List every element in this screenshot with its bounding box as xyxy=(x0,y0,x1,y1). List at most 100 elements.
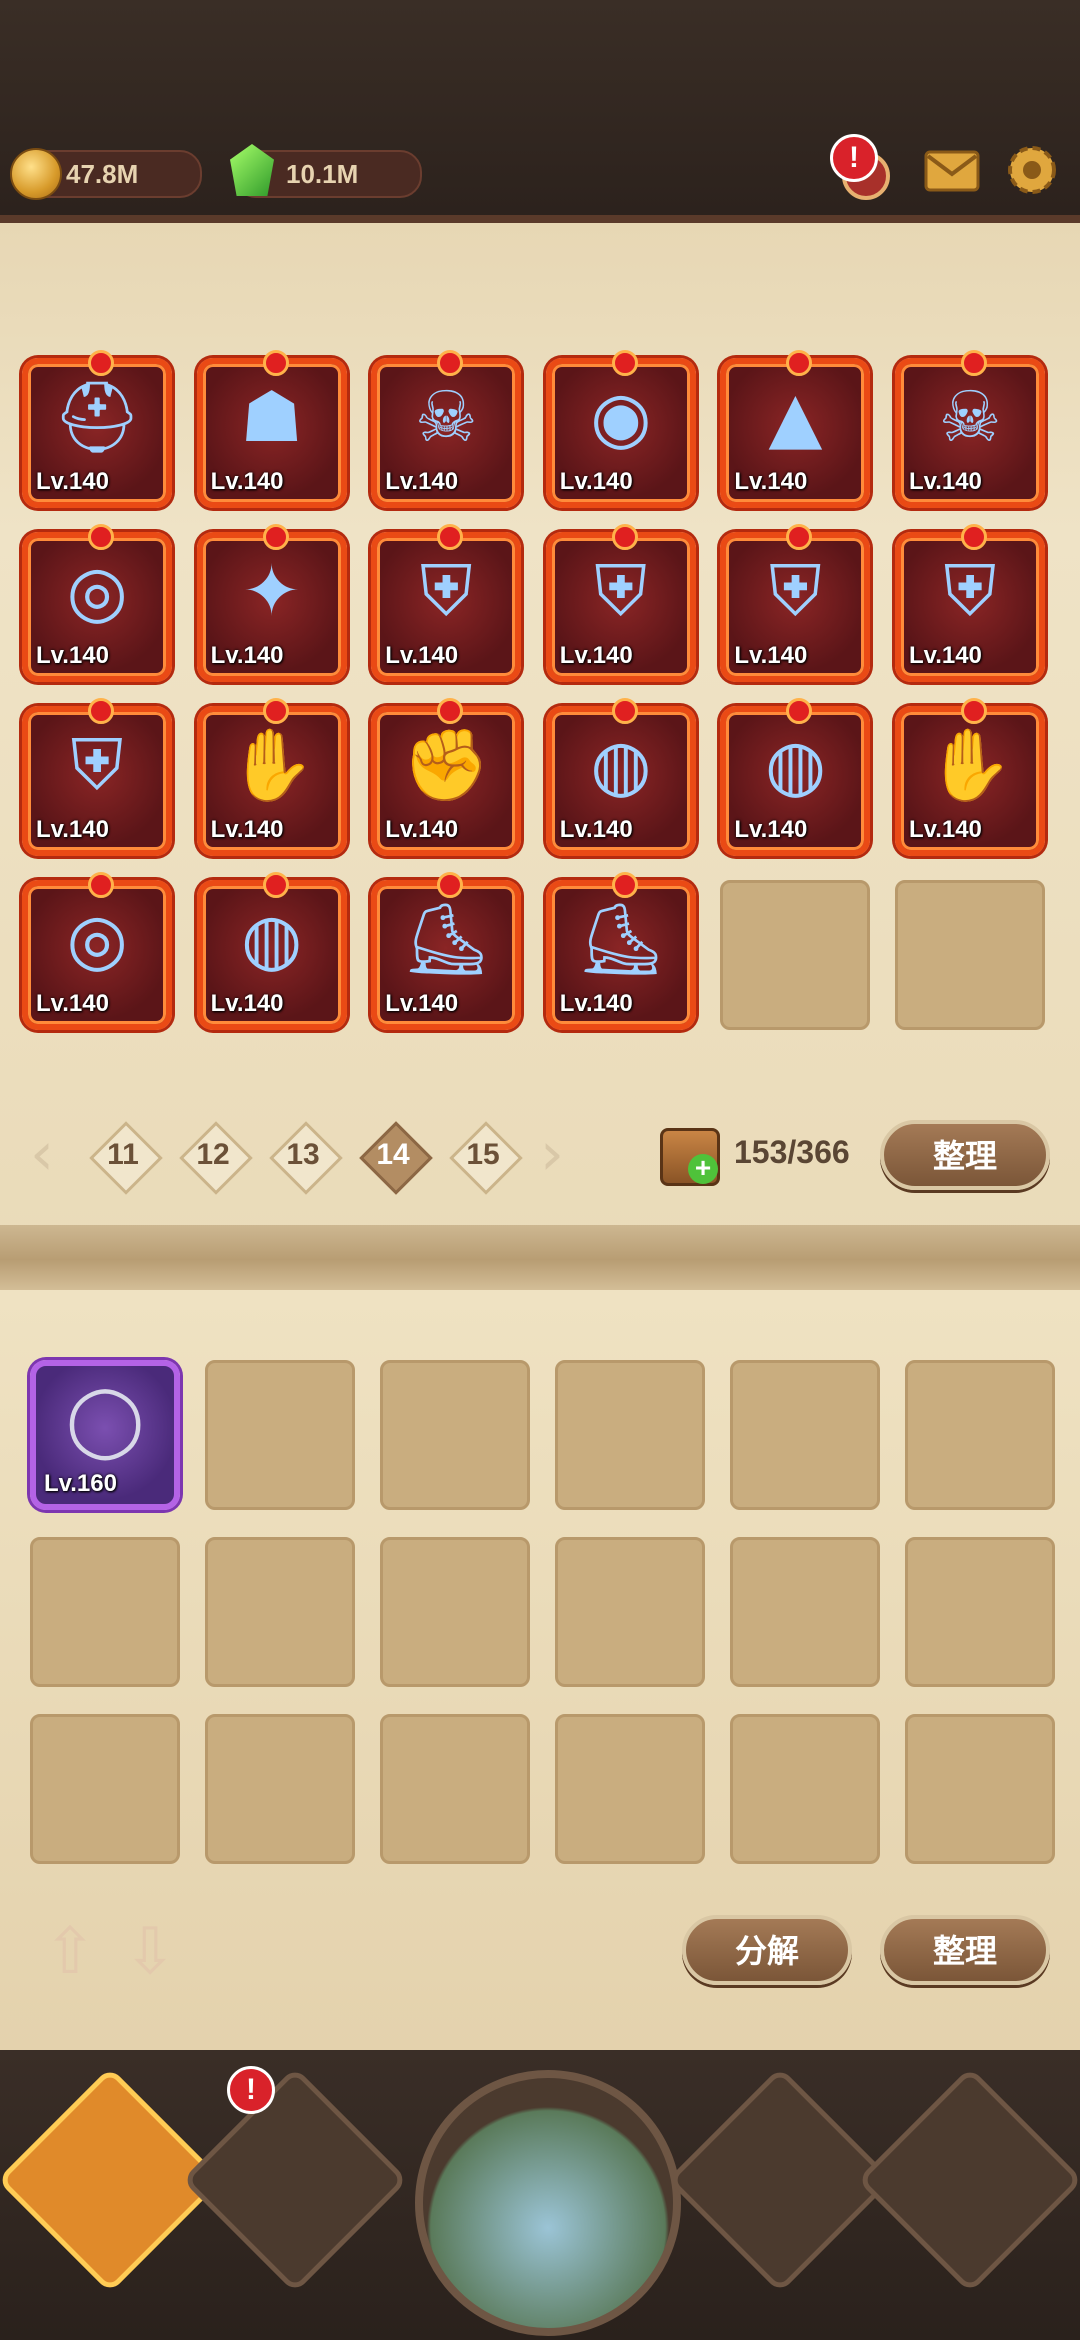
notification-button[interactable]: ! xyxy=(830,134,894,202)
equipment-item[interactable]: ⛨ Lv.140 xyxy=(22,698,172,856)
equipment-item[interactable]: ☗ Lv.140 xyxy=(196,350,347,508)
nav-treasure[interactable] xyxy=(666,2066,894,2300)
winged-helm-icon: ⛑ xyxy=(52,376,142,458)
equipment-item[interactable]: ⛑ Lv.140 xyxy=(22,350,172,508)
mail-icon xyxy=(924,150,980,192)
empty-slot[interactable] xyxy=(905,1537,1055,1687)
item-level: Lv.140 xyxy=(210,642,284,669)
alert-badge: ! xyxy=(830,134,878,182)
mail-button[interactable] xyxy=(920,138,984,202)
equipment-item[interactable]: ⛸ Lv.140 xyxy=(371,872,522,1030)
equipment-item[interactable]: ✋ Lv.140 xyxy=(196,698,347,856)
equipment-item[interactable]: ◍ Lv.140 xyxy=(545,698,696,856)
item-level: Lv.140 xyxy=(210,990,284,1017)
expand-plus-icon[interactable]: + xyxy=(688,1154,718,1184)
equipment-item[interactable]: ☠ Lv.140 xyxy=(894,350,1045,508)
gold-counter[interactable]: 47.8M xyxy=(10,148,202,200)
nav-tavern[interactable]: ! xyxy=(181,2066,409,2300)
equipment-item[interactable]: ⛨ Lv.140 xyxy=(371,524,522,682)
empty-slot[interactable] xyxy=(555,1537,705,1687)
equipment-item[interactable]: ✊ Lv.140 xyxy=(371,698,522,856)
empty-slot[interactable] xyxy=(380,1714,530,1864)
item-level: Lv.140 xyxy=(36,642,109,669)
item-level: Lv.140 xyxy=(559,990,633,1017)
settings-button[interactable] xyxy=(1000,138,1064,202)
empty-slot[interactable] xyxy=(205,1714,355,1864)
item-level: Lv.140 xyxy=(908,468,982,495)
item-level: Lv.140 xyxy=(559,642,633,669)
adventure-portal-icon[interactable] xyxy=(415,2070,681,2336)
page-button-11[interactable]: 11 xyxy=(89,1121,163,1195)
wizard-hat-icon: ▲ xyxy=(768,376,823,458)
prev-page-arrow-icon[interactable]: ‹ xyxy=(30,1124,66,1184)
empty-slot[interactable] xyxy=(894,880,1045,1030)
equipment-item[interactable]: ⛨ Lv.140 xyxy=(545,524,696,682)
page-number: 12 xyxy=(196,1138,230,1171)
item-level: Lv.140 xyxy=(36,468,109,495)
silver-ring-icon: ◯ xyxy=(65,1378,145,1460)
item-level: Lv.140 xyxy=(210,816,284,843)
empty-slot[interactable] xyxy=(905,1360,1055,1510)
empty-slot[interactable] xyxy=(730,1537,880,1687)
equipment-item[interactable]: ◎ Lv.140 xyxy=(22,872,172,1030)
nav-warehouse[interactable]: 仓库 xyxy=(0,2066,224,2300)
page-number: 11 xyxy=(107,1138,139,1171)
empty-slot[interactable] xyxy=(380,1537,530,1687)
equipment-item[interactable]: ⛨ Lv.140 xyxy=(720,524,871,682)
equipment-item[interactable]: ◎ Lv.140 xyxy=(22,524,172,682)
page-button-14-current[interactable]: 14 xyxy=(359,1121,433,1195)
gold-coin-icon xyxy=(10,148,62,200)
item-level: Lv.140 xyxy=(36,816,109,843)
page-button-15[interactable]: 15 xyxy=(449,1121,523,1195)
equipment-item[interactable]: ◍ Lv.140 xyxy=(720,698,871,856)
tavern-mug-icon xyxy=(181,2066,409,2294)
equipment-item[interactable]: ⛸ Lv.140 xyxy=(545,872,696,1030)
empty-slot[interactable] xyxy=(905,1714,1055,1864)
equipment-item[interactable]: ◉ Lv.140 xyxy=(545,350,696,508)
equipment-item[interactable]: ✦ Lv.140 xyxy=(196,524,347,682)
page-button-13[interactable]: 13 xyxy=(269,1121,343,1195)
next-page-arrow-icon[interactable]: › xyxy=(540,1124,576,1184)
equipment-item[interactable]: ✋ Lv.140 xyxy=(894,698,1045,856)
dark-armor-icon: ⛨ xyxy=(943,550,997,632)
treasure-helmet-icon xyxy=(666,2066,894,2294)
dragon-helm-icon: ☗ xyxy=(240,376,303,458)
empty-slot[interactable] xyxy=(555,1714,705,1864)
equipment-item[interactable]: ▲ Lv.140 xyxy=(720,350,871,508)
gold-amount: 47.8M xyxy=(66,158,139,189)
decompose-button[interactable]: 分解 xyxy=(682,1915,852,1985)
alert-badge: ! xyxy=(227,2066,275,2114)
sort-button[interactable]: 整理 xyxy=(880,1120,1050,1190)
sort-button-2[interactable]: 整理 xyxy=(880,1915,1050,1985)
empty-slot[interactable] xyxy=(380,1360,530,1510)
gem-counter[interactable]: 10.1M xyxy=(230,144,422,198)
move-controls: ⇧ ⇩ xyxy=(40,1920,200,1990)
demon-gloves-icon: ✋ xyxy=(926,724,1014,806)
orb-ring-icon: ◎ xyxy=(66,898,128,980)
gear-icon xyxy=(1008,146,1056,194)
selected-item[interactable]: ◯ Lv.160 xyxy=(30,1360,180,1510)
spiked-boot-icon: ⛸ xyxy=(576,898,666,980)
equipment-item[interactable]: ◍ Lv.140 xyxy=(196,872,347,1030)
empty-slot[interactable] xyxy=(720,880,871,1030)
empty-slot[interactable] xyxy=(205,1537,355,1687)
arrow-down-icon[interactable]: ⇩ xyxy=(120,1920,180,1984)
fire-ring-icon: ◍ xyxy=(764,724,826,806)
empty-slot[interactable] xyxy=(30,1537,180,1687)
empty-slot[interactable] xyxy=(30,1714,180,1864)
page-button-12[interactable]: 12 xyxy=(179,1121,253,1195)
equipment-item[interactable]: ☠ Lv.140 xyxy=(371,350,522,508)
nav-forge[interactable] xyxy=(856,2066,1080,2300)
empty-slot[interactable] xyxy=(730,1714,880,1864)
equipment-item[interactable]: ⛨ Lv.140 xyxy=(894,524,1045,682)
selection-grid: ◯ Lv.160 xyxy=(30,1360,1055,1864)
empty-slot[interactable] xyxy=(730,1360,880,1510)
storage-capacity: 153/366 xyxy=(734,1134,850,1170)
item-level: Lv.140 xyxy=(36,990,109,1017)
arrow-up-icon[interactable]: ⇧ xyxy=(40,1920,100,1984)
empty-slot[interactable] xyxy=(205,1360,355,1510)
empty-slot[interactable] xyxy=(555,1360,705,1510)
bronze-ring-icon: ◍ xyxy=(241,898,303,980)
silver-armor-icon: ⛨ xyxy=(769,550,822,632)
item-level: Lv.140 xyxy=(385,816,459,843)
